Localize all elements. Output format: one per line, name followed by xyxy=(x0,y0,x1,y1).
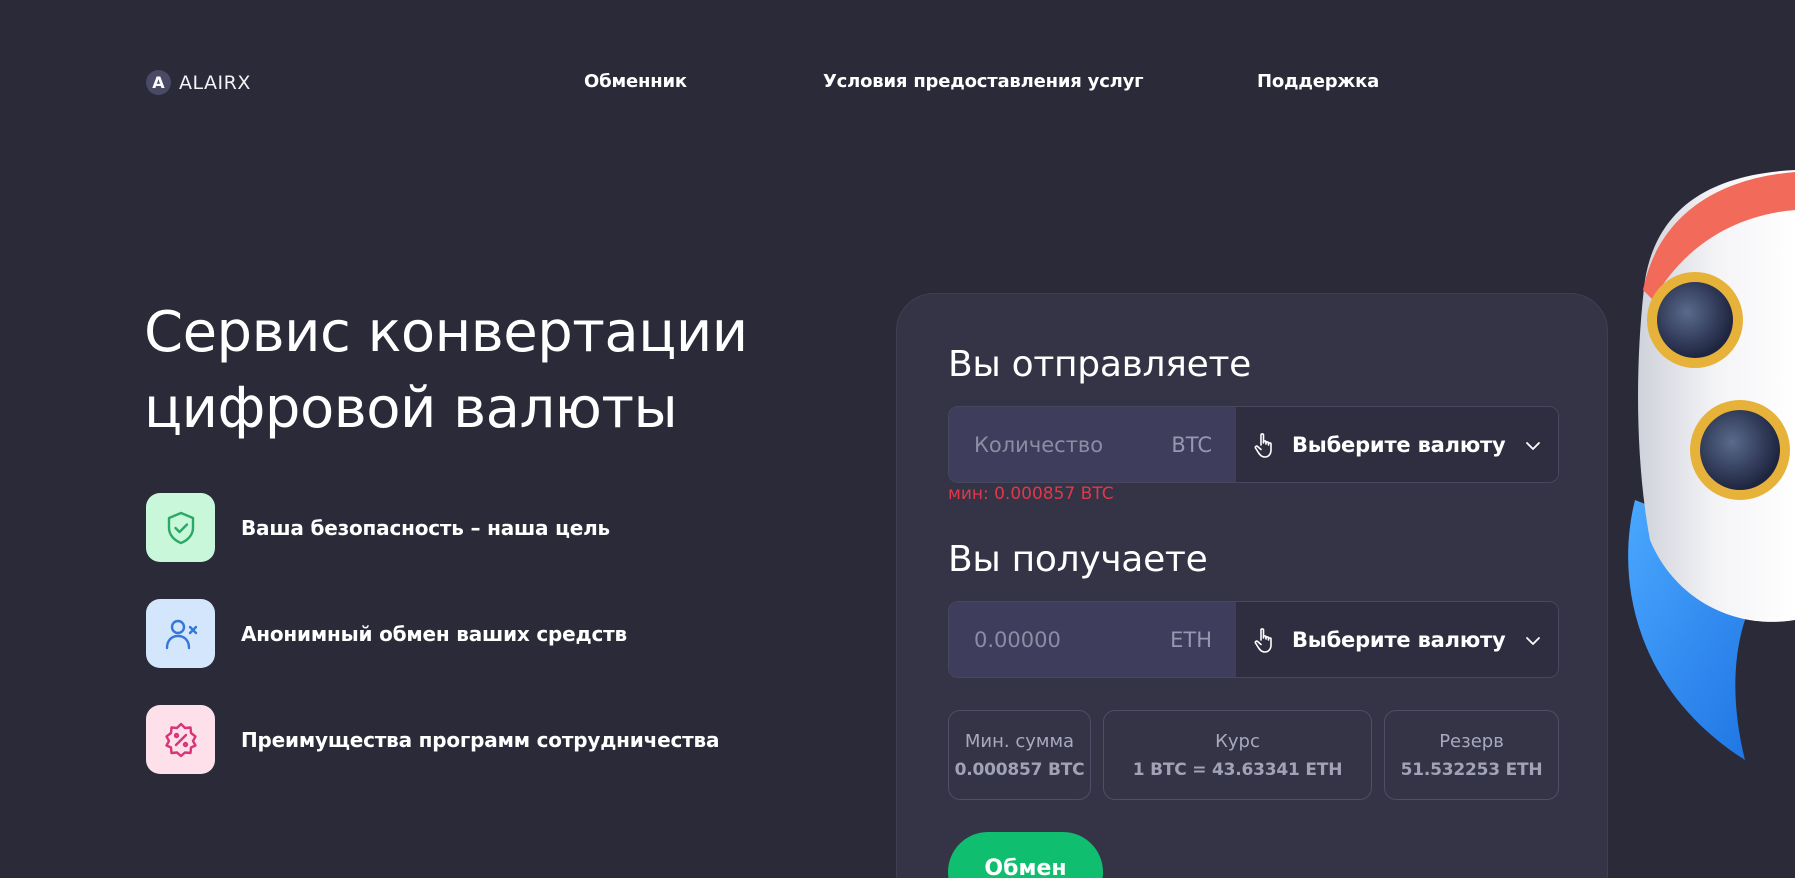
hand-pointer-icon xyxy=(1254,432,1272,458)
logo[interactable]: A ALAIRX xyxy=(146,70,251,95)
feature-partnership: Преимущества программ сотрудничества xyxy=(146,705,719,774)
info-reserve-value: 51.532253 ETH xyxy=(1400,759,1543,780)
receive-currency-label: Выберите валюту xyxy=(1292,627,1506,652)
hero-title: Сервис конвертации цифровой валюты xyxy=(144,295,844,447)
receive-currency-select[interactable]: Выберите валюту xyxy=(1236,602,1558,677)
hero-title-line2: цифровой валюты xyxy=(144,376,678,441)
discount-badge-icon xyxy=(146,705,215,774)
send-min-note: мин: 0.000857 BTC xyxy=(948,484,1114,504)
receive-amount-input[interactable] xyxy=(974,602,1154,677)
info-min-sum-label: Мин. сумма xyxy=(964,730,1075,752)
exchange-button[interactable]: Обмен xyxy=(948,832,1103,878)
receive-title: Вы получаете xyxy=(948,539,1208,580)
send-field: BTC Выберите валюту xyxy=(948,406,1559,483)
send-title: Вы отправляете xyxy=(948,344,1251,385)
chevron-down-icon xyxy=(1526,442,1540,450)
page: A ALAIRX Обменник Условия предоставления… xyxy=(0,0,1795,878)
nav-link-exchanger[interactable]: Обменник xyxy=(584,71,687,92)
logo-icon: A xyxy=(146,70,171,95)
info-min-sum-value: 0.000857 BTC xyxy=(954,759,1085,780)
info-min-sum: Мин. сумма 0.000857 BTC xyxy=(948,710,1091,800)
nav-link-terms[interactable]: Условия предоставления услуг xyxy=(823,71,1144,92)
info-rate-value: 1 BTC = 43.63341 ETH xyxy=(1132,759,1343,780)
hand-pointer-icon xyxy=(1254,627,1272,653)
chevron-down-icon xyxy=(1526,637,1540,645)
nav-link-support[interactable]: Поддержка xyxy=(1257,71,1379,92)
send-amount-input[interactable] xyxy=(974,407,1154,482)
send-currency-select[interactable]: Выберите валюту xyxy=(1236,407,1558,482)
receive-field: ETH Выберите валюту xyxy=(948,601,1559,678)
receive-unit: ETH xyxy=(1170,628,1212,652)
user-x-icon xyxy=(146,599,215,668)
info-rate: Курс 1 BTC = 43.63341 ETH xyxy=(1103,710,1372,800)
feature-security-label: Ваша безопасность – наша цель xyxy=(241,515,610,540)
info-reserve-label: Резерв xyxy=(1439,730,1504,752)
info-rate-label: Курс xyxy=(1215,730,1260,752)
info-reserve: Резерв 51.532253 ETH xyxy=(1384,710,1559,800)
feature-partnership-label: Преимущества программ сотрудничества xyxy=(241,727,720,752)
rocket-illustration xyxy=(1628,170,1795,760)
shield-check-icon xyxy=(146,493,215,562)
send-currency-label: Выберите валюту xyxy=(1292,432,1506,457)
feature-security: Ваша безопасность – наша цель xyxy=(146,493,610,562)
logo-text: ALAIRX xyxy=(179,71,251,94)
receive-amount-wrap: ETH xyxy=(949,602,1236,677)
send-unit: BTC xyxy=(1171,433,1212,457)
exchange-card: Вы отправляете BTC Выберите валюту мин: xyxy=(896,293,1608,878)
send-amount-wrap: BTC xyxy=(949,407,1236,482)
feature-anonymous-label: Анонимный обмен ваших средств xyxy=(241,621,627,646)
feature-anonymous: Анонимный обмен ваших средств xyxy=(146,599,627,668)
hero-title-line1: Сервис конвертации xyxy=(144,300,748,365)
